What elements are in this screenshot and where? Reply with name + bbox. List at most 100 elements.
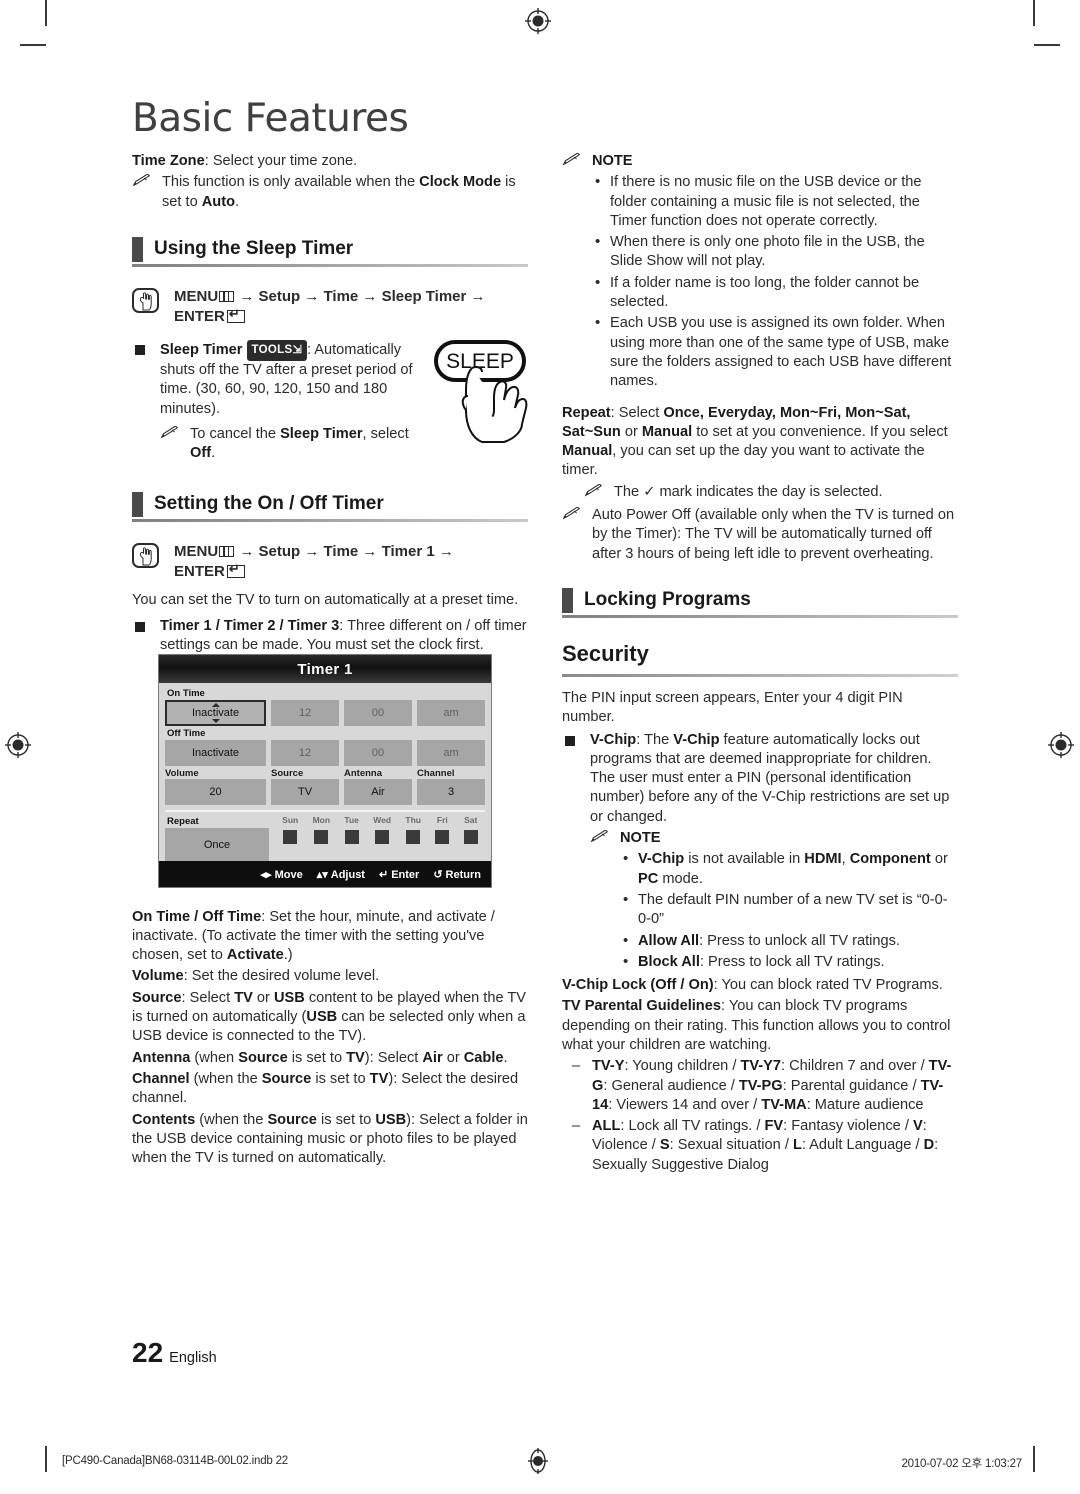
list-item-text: Allow All: Press to unlock all TV rating… [638, 932, 900, 949]
osd-day-checkbox[interactable] [375, 830, 390, 844]
desc-bold: On Time / Off Time [132, 908, 262, 925]
enter-key-icon: ↵ [378, 868, 389, 881]
osd-day-mon[interactable]: Mon [313, 815, 330, 862]
osd-action-move-label: Move [274, 868, 303, 881]
osd-on-time-row: Inactivate 12 00 am [165, 700, 485, 726]
crop-mark-top-left-h [20, 44, 46, 46]
pencil-icon [584, 483, 608, 502]
osd-off-time-label: Off Time [167, 728, 206, 739]
osd-day-checkbox[interactable] [314, 830, 329, 844]
osd-off-time-meridiem[interactable]: am [417, 740, 486, 766]
osd-volume-value[interactable]: 20 [165, 779, 267, 805]
desc-bold-2: Activate [226, 947, 284, 964]
timer-123-bullet: Timer 1 / Timer 2 / Timer 3: Three diffe… [132, 617, 528, 656]
osd-day-checkbox[interactable] [283, 830, 298, 844]
parental-bold: TV Parental Guidelines [562, 998, 721, 1015]
onoff-intro: You can set the TV to turn on automatica… [132, 591, 519, 608]
osd-title: Timer 1 [159, 655, 491, 683]
osd-day-checkbox[interactable] [344, 830, 359, 844]
osd-day-thu[interactable]: Thu [405, 815, 421, 862]
repeat-note-text: The ✓ mark indicates the day is selected… [614, 483, 883, 500]
note-bold-b: Auto [201, 193, 235, 210]
note-text-c: . [234, 193, 240, 210]
osd-repeat-left: Repeat Once [165, 815, 269, 862]
osd-action-return[interactable]: ↺ Return [433, 868, 481, 881]
page-number-value: 22 [132, 1337, 164, 1368]
menu-grid-icon [219, 290, 235, 302]
osd-off-time-hour[interactable]: 12 [271, 740, 340, 766]
security-rule [562, 673, 958, 677]
osd-repeat-value[interactable]: Once [165, 828, 269, 862]
osd-day-checkbox[interactable] [435, 830, 450, 844]
time-zone-text: : Select your time zone. [204, 153, 358, 169]
osd-source-label: Source [271, 768, 304, 779]
page-number: 22 English [132, 1337, 217, 1369]
crop-mark-bottom-right-v [1033, 1446, 1035, 1472]
osd-day-label: Sat [464, 815, 478, 825]
bullet-dot-icon: • [595, 173, 601, 191]
pencil-icon [562, 506, 586, 525]
osd-action-move[interactable]: ◂▸ Move [261, 868, 303, 881]
square-bullet-icon [135, 621, 145, 632]
osd-repeat-area: Repeat Once Sun Mon Tue Wed Thu Fri Sat [165, 815, 485, 862]
osd-day-checkbox[interactable] [463, 830, 478, 844]
osd-day-fri[interactable]: Fri [435, 815, 450, 862]
desc-channel: Channel (when the Source is set to TV): … [132, 1070, 519, 1107]
security-intro: The PIN input screen appears, Enter your… [562, 689, 903, 726]
desc-text-2: .) [283, 947, 293, 964]
section-using-sleep-timer: Using the Sleep Timer [132, 236, 528, 271]
dash-icon: – [572, 1058, 581, 1075]
osd-on-time-minute[interactable]: 00 [344, 700, 413, 726]
time-zone-label: Time Zone [132, 153, 205, 169]
osd-day-checkbox[interactable] [406, 830, 421, 844]
bullet-dot-icon: • [623, 890, 629, 908]
bullet-dot-icon: • [595, 314, 601, 332]
section-locking-programs: Locking Programs [562, 587, 958, 622]
repeat-bold: Repeat [562, 404, 611, 421]
cancel-bold-b: Off [190, 445, 212, 462]
repeat-note: The ✓ mark indicates the day is selected… [584, 483, 958, 502]
registration-mark-top [525, 8, 551, 34]
menu-label: MENU [174, 542, 219, 560]
desc-bold: Volume [132, 968, 184, 985]
spinner-down-arrow-icon [211, 719, 220, 723]
osd-on-time-meridiem[interactable]: am [417, 700, 485, 726]
section-security: Security [562, 642, 958, 680]
osd-on-time-hour[interactable]: 12 [271, 700, 340, 726]
registration-mark-right [1048, 732, 1074, 758]
osd-channel-label: Channel [417, 768, 455, 779]
list-item-text: If a folder name is too long, the folder… [610, 274, 920, 311]
osd-channel-value[interactable]: 3 [417, 779, 486, 805]
timer-osd-screenshot: Timer 1 On Time Inactivate 12 00 am Off … [158, 654, 492, 888]
vchip-bold: V-Chip [590, 731, 637, 748]
osd-day-wed[interactable]: Wed [373, 815, 391, 862]
page-language: English [169, 1350, 217, 1366]
osd-action-return-label: Return [445, 868, 481, 881]
crop-mark-top-right-v [1033, 0, 1035, 26]
osd-on-time-state[interactable]: Inactivate [165, 700, 267, 726]
osd-action-enter[interactable]: ↵ Enter [379, 868, 419, 881]
sleep-timer-bullet: Sleep Timer TOOLS⇲: Automatically shuts … [132, 339, 422, 419]
osd-day-sat[interactable]: Sat [463, 815, 478, 862]
note-heading-label: NOTE [592, 153, 633, 169]
pencil-icon [132, 173, 156, 192]
list-item-text: V-Chip is not available in HDMI, Compone… [638, 851, 948, 887]
menu-steps: → Setup → Time → Timer 1 → [235, 542, 454, 560]
section-heading: Using the Sleep Timer [154, 237, 354, 259]
bullet-dot-icon: • [595, 273, 601, 291]
vchip-lock-bold: V-Chip Lock (Off / On) [562, 977, 714, 994]
osd-off-time-state[interactable]: Inactivate [165, 740, 267, 766]
crop-mark-top-right-h [1034, 44, 1060, 46]
osd-on-time-label: On Time [167, 688, 205, 699]
note-text-a: This function is only available when the [162, 174, 420, 191]
osd-day-sun[interactable]: Sun [282, 815, 298, 862]
osd-off-time-minute[interactable]: 00 [344, 740, 413, 766]
osd-source-value[interactable]: TV [271, 779, 340, 805]
osd-antenna-value[interactable]: Air [344, 779, 413, 805]
osd-day-tue[interactable]: Tue [344, 815, 359, 862]
desc-bold: Channel [132, 1070, 190, 1087]
osd-action-adjust[interactable]: ▴▾ Adjust [317, 868, 365, 881]
desc-contents: Contents (when the Source is set to USB)… [132, 1111, 528, 1167]
list-item: • Block All: Press to lock all TV ratings… [620, 953, 958, 972]
usb-notes-list: • If there is no music file on the USB de… [562, 173, 958, 391]
